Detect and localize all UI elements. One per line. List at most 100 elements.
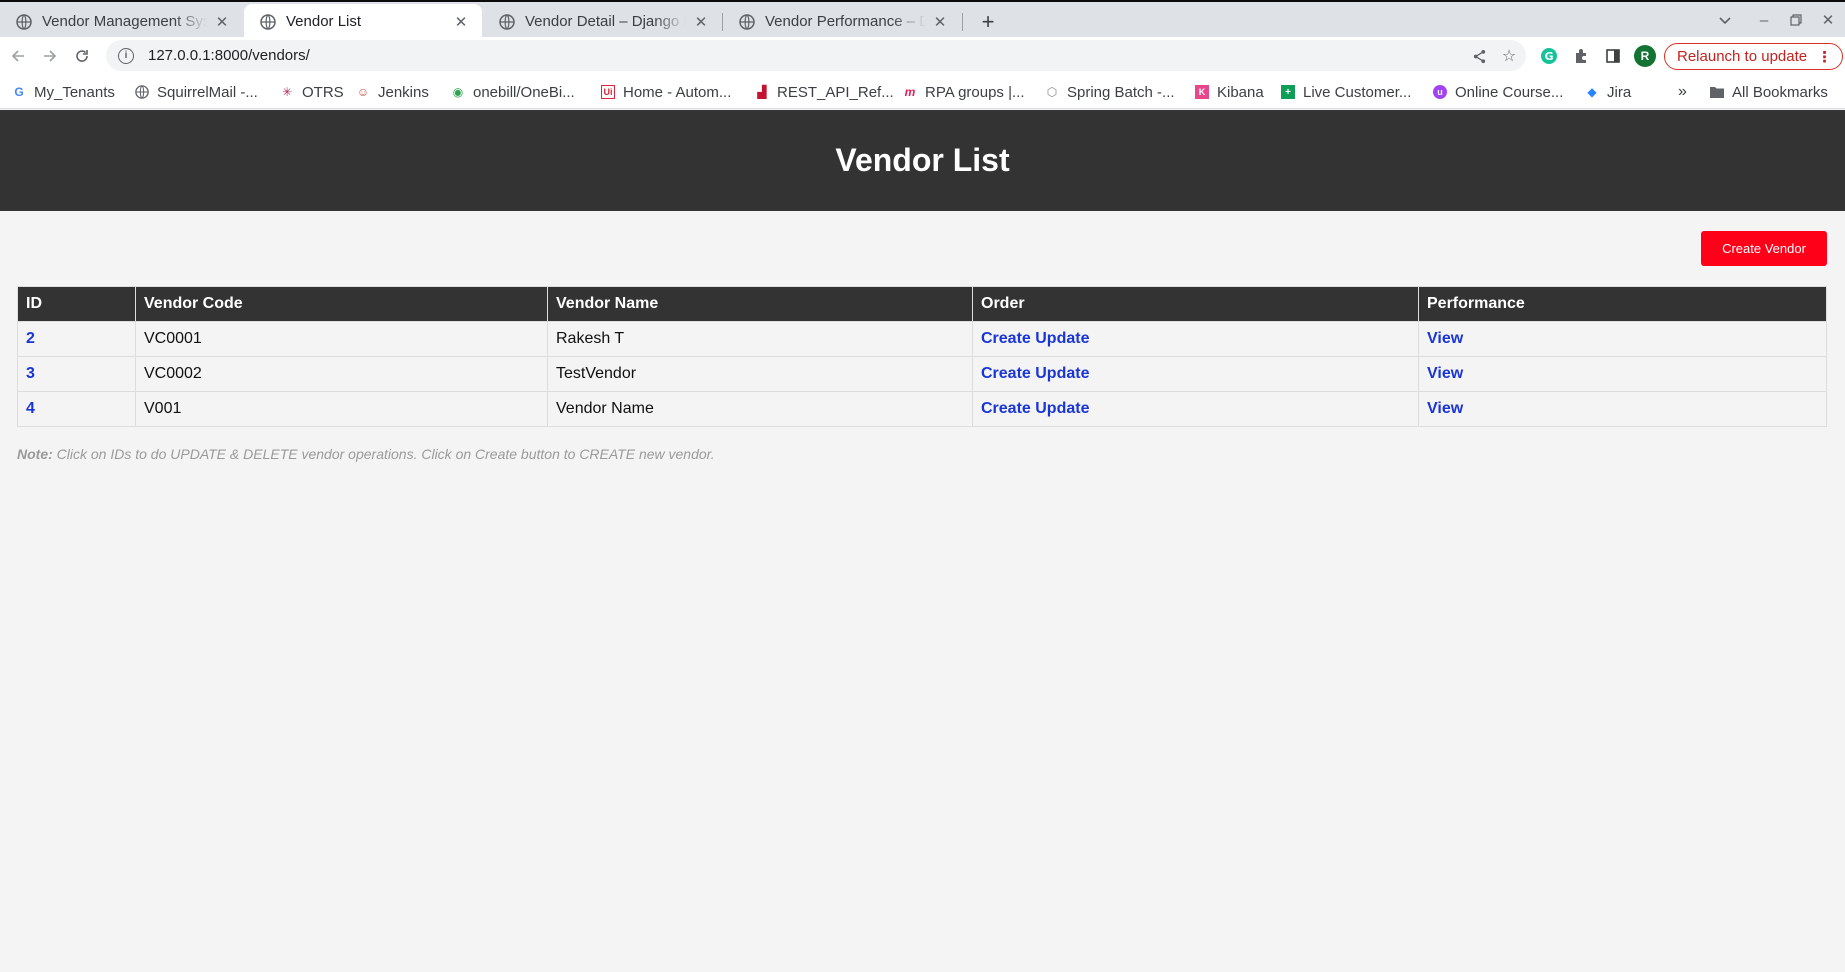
browser-tab[interactable]: Vendor Management Sys ✕	[0, 4, 243, 39]
performance-cell: View	[1418, 356, 1827, 392]
tab-title: Vendor Detail – Django R	[525, 13, 686, 30]
bookmark-label: SquirrelMail -...	[157, 83, 258, 101]
jira-icon: ◆	[1587, 85, 1597, 99]
browser-tab-active[interactable]: Vendor List ✕	[244, 4, 482, 39]
tab-search-chevron-icon[interactable]	[1713, 8, 1737, 32]
bookmark-label: Jenkins	[378, 83, 429, 101]
jenkins-icon: ☺	[356, 85, 370, 99]
bookmark-item[interactable]: m RPA groups |...	[903, 81, 1025, 103]
browser-toolbar: i 127.0.0.1:8000/vendors/ ☆ G R Relaunch…	[0, 37, 1845, 74]
browser-tab[interactable]: Vendor Detail – Django R ✕	[483, 4, 722, 39]
bookmark-item[interactable]: ✳ OTRS	[280, 81, 344, 103]
minimize-icon[interactable]: –	[1752, 8, 1776, 32]
id-cell: 2	[17, 321, 136, 357]
kibana-icon: K	[1195, 85, 1209, 99]
column-header-vendor-code: Vendor Code	[135, 286, 548, 322]
view-performance-link[interactable]: View	[1427, 365, 1463, 382]
close-icon[interactable]: ✕	[452, 13, 470, 31]
globe-icon	[739, 13, 755, 30]
close-icon[interactable]: ✕	[692, 13, 710, 31]
tab-title: Vendor Performance – Dj	[765, 13, 925, 30]
forward-arrow-icon[interactable]	[36, 42, 64, 70]
column-header-vendor-name: Vendor Name	[547, 286, 973, 322]
address-bar[interactable]: i 127.0.0.1:8000/vendors/ ☆	[106, 40, 1526, 71]
relaunch-update-button[interactable]: Relaunch to update ⋮	[1664, 43, 1844, 70]
sheets-icon: +	[1281, 85, 1295, 99]
page-title: Vendor List	[835, 142, 1010, 178]
tab-title: Vendor Management Sys	[42, 13, 207, 30]
view-performance-link[interactable]: View	[1427, 330, 1463, 347]
close-icon[interactable]: ✕	[931, 13, 949, 31]
bookmark-label: Jira	[1607, 83, 1632, 101]
create-update-order-link[interactable]: Create Update	[981, 365, 1089, 382]
bookmark-item[interactable]: Ui Home - Autom...	[601, 81, 731, 103]
table-row: 3 VC0002 TestVendor Create Update View	[17, 356, 1827, 392]
bookmark-item[interactable]: K Kibana	[1195, 81, 1264, 103]
more-bookmarks-chevron-icon[interactable]: »	[1678, 81, 1687, 103]
grammarly-icon[interactable]: G	[1538, 45, 1560, 67]
back-arrow-icon[interactable]	[4, 42, 32, 70]
vendor-code-cell: VC0002	[135, 356, 548, 392]
otrs-icon: ✳	[281, 85, 293, 99]
profile-avatar[interactable]: R	[1634, 45, 1656, 67]
bookmark-item[interactable]: ▟ REST_API_Ref...	[755, 81, 893, 103]
performance-cell: View	[1418, 321, 1827, 357]
column-header-performance: Performance	[1418, 286, 1827, 322]
google-icon: G	[14, 85, 24, 99]
bookmark-label: Spring Batch -...	[1067, 83, 1175, 101]
rpa-icon: m	[904, 85, 916, 99]
create-vendor-button[interactable]: Create Vendor	[1701, 231, 1827, 266]
bookmark-star-icon[interactable]: ☆	[1498, 45, 1520, 67]
browser-tab[interactable]: Vendor Performance – Dj ✕	[723, 4, 961, 39]
column-header-id: ID	[17, 286, 136, 322]
bookmark-item[interactable]: u Online Course...	[1433, 81, 1563, 103]
note-label: Note:	[17, 446, 53, 462]
column-header-order: Order	[972, 286, 1419, 322]
bookmark-item[interactable]: SquirrelMail -...	[135, 81, 258, 103]
bookmark-item[interactable]: ◉ onebill/OneBi...	[451, 81, 575, 103]
side-panel-icon[interactable]	[1602, 45, 1624, 67]
reload-icon[interactable]	[68, 42, 96, 70]
bookmark-label: RPA groups |...	[925, 83, 1025, 101]
table-row: 4 V001 Vendor Name Create Update View	[17, 391, 1827, 427]
vendor-name-cell: TestVendor	[547, 356, 973, 392]
tab-separator	[962, 13, 963, 31]
bookmark-item[interactable]: ☺ Jenkins	[356, 81, 429, 103]
vendor-name-cell: Vendor Name	[547, 391, 973, 427]
window-close-icon[interactable]: ✕	[1816, 8, 1840, 32]
bookmark-item[interactable]: ◆ Jira	[1585, 81, 1631, 103]
all-bookmarks-item[interactable]: All Bookmarks	[1710, 81, 1828, 103]
site-info-icon[interactable]: i	[118, 47, 134, 64]
view-performance-link[interactable]: View	[1427, 400, 1463, 417]
create-update-order-link[interactable]: Create Update	[981, 330, 1089, 347]
more-vert-icon: ⋮	[1817, 48, 1833, 66]
bookmark-label: Kibana	[1217, 83, 1264, 101]
create-update-order-link[interactable]: Create Update	[981, 400, 1089, 417]
bookmark-label: OTRS	[302, 83, 344, 101]
bookmark-item[interactable]: G My_Tenants	[12, 81, 115, 103]
id-cell: 4	[17, 391, 136, 427]
relaunch-label: Relaunch to update	[1677, 48, 1808, 65]
url-text[interactable]: 127.0.0.1:8000/vendors/	[148, 47, 310, 64]
bookmark-item[interactable]: ⬡ Spring Batch -...	[1045, 81, 1175, 103]
id-cell: 3	[17, 356, 136, 392]
restore-icon[interactable]	[1784, 8, 1808, 32]
tab-title: Vendor List	[286, 13, 362, 30]
order-cell: Create Update	[972, 321, 1419, 357]
vendor-code-cell: V001	[135, 391, 548, 427]
vendor-id-link[interactable]: 4	[26, 400, 35, 417]
globe-icon	[499, 13, 515, 30]
vendor-id-link[interactable]: 2	[26, 330, 35, 347]
new-tab-plus-icon[interactable]: +	[974, 8, 1002, 36]
vendor-id-link[interactable]: 3	[26, 365, 35, 382]
note-text: Click on IDs to do UPDATE & DELETE vendo…	[56, 446, 715, 462]
bookmark-item[interactable]: + Live Customer...	[1281, 81, 1411, 103]
page-header: Vendor List	[0, 110, 1845, 211]
performance-cell: View	[1418, 391, 1827, 427]
course-icon: u	[1433, 85, 1447, 99]
close-icon[interactable]: ✕	[213, 13, 231, 31]
share-icon[interactable]	[1468, 45, 1490, 67]
extensions-puzzle-icon[interactable]	[1570, 45, 1592, 67]
vendor-code-cell: VC0001	[135, 321, 548, 357]
order-cell: Create Update	[972, 356, 1419, 392]
